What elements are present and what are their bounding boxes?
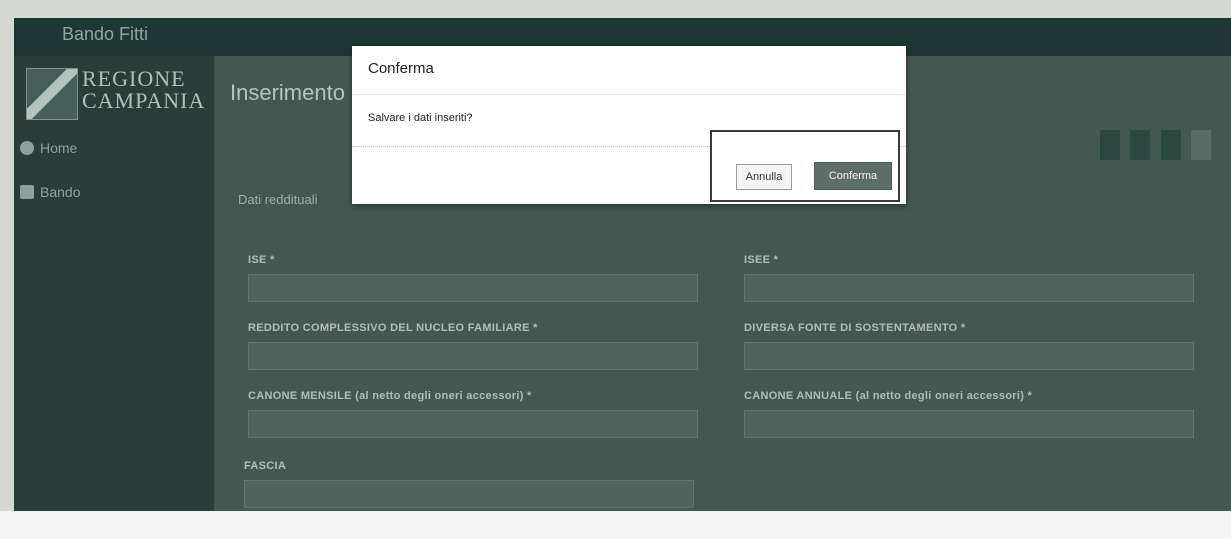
app-screen: Bando Fitti REGIONE CAMPANIA Home Bando … xyxy=(0,0,1231,539)
page-bottom-margin xyxy=(0,511,1231,539)
dialog-title: Conferma xyxy=(368,60,434,77)
dialog-divider xyxy=(352,94,906,95)
cancel-button[interactable]: Annulla xyxy=(736,164,792,190)
dialog-message: Salvare i dati inseriti? xyxy=(368,112,473,124)
confirm-button[interactable]: Conferma xyxy=(814,162,892,190)
confirm-dialog: Conferma Salvare i dati inseriti? Annull… xyxy=(352,46,906,204)
